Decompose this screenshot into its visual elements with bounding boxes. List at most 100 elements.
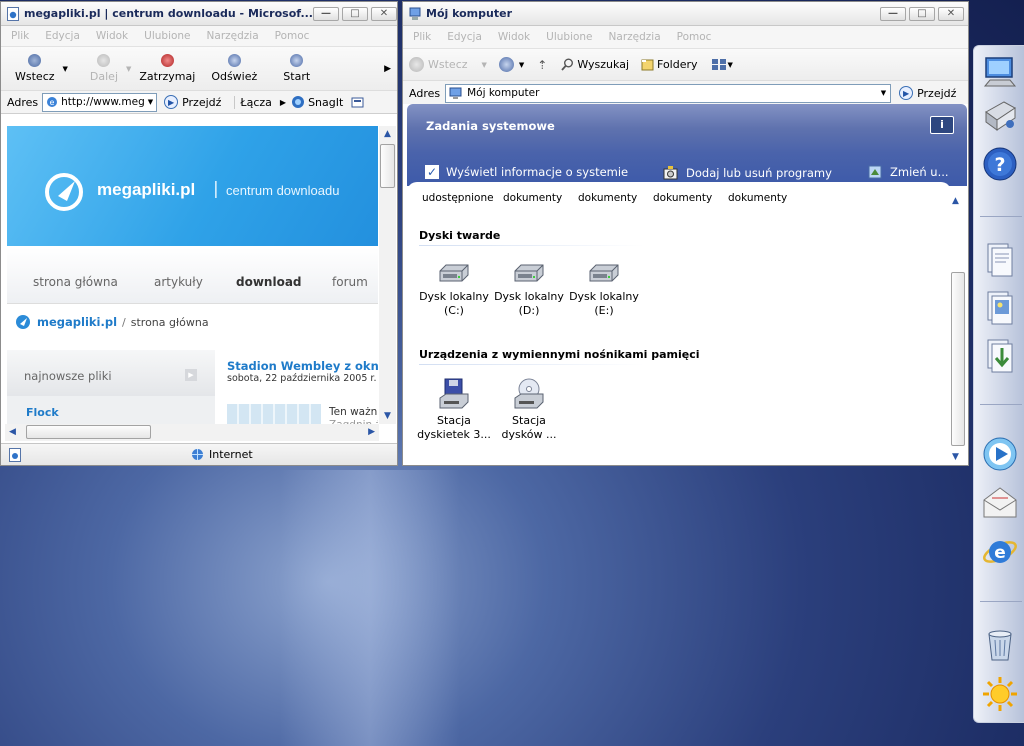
pictures-dock-icon[interactable] bbox=[982, 290, 1018, 326]
user-docs-label-4[interactable]: dokumenty bbox=[728, 192, 787, 204]
views-button[interactable]: ▼ bbox=[711, 59, 733, 70]
scroll-down-arrow[interactable]: ▼ bbox=[379, 408, 396, 424]
scroll-down-arrow[interactable]: ▼ bbox=[952, 452, 959, 462]
refresh-button[interactable]: Odśwież bbox=[203, 54, 265, 83]
user-docs-label-1[interactable]: dokumenty bbox=[503, 192, 562, 204]
menu-view[interactable]: Widok bbox=[96, 30, 128, 42]
recycle-bin-dock-icon[interactable] bbox=[982, 626, 1018, 662]
close-button[interactable]: ✕ bbox=[938, 6, 964, 21]
back-button[interactable]: Wstecz bbox=[7, 54, 63, 83]
brand-name[interactable]: megapliki.pl bbox=[97, 180, 195, 200]
internet-explorer-dock-icon[interactable]: e bbox=[982, 534, 1018, 570]
search-button[interactable]: Wyszukaj bbox=[561, 58, 629, 71]
menu-edit[interactable]: Edycja bbox=[45, 30, 80, 42]
task-add-remove-programs[interactable]: Dodaj lub usuń programy bbox=[663, 165, 832, 180]
cd-drive[interactable]: Stacja dysków ... bbox=[492, 378, 566, 442]
explorer-titlebar[interactable]: Mój komputer — □ ✕ bbox=[403, 2, 968, 26]
scroll-thumb[interactable] bbox=[380, 144, 395, 188]
ie-page-icon bbox=[7, 6, 19, 21]
latest-files-box: najnowsze pliki ▶ Flock bbox=[7, 350, 215, 427]
explorer-vertical-scrollbar[interactable]: ▲ ▼ bbox=[949, 192, 966, 465]
nav-download[interactable]: download bbox=[236, 275, 302, 289]
drive-d[interactable]: Dysk lokalny (D:) bbox=[492, 262, 566, 318]
shared-docs-label[interactable]: udostępnione bbox=[422, 192, 494, 204]
nav-home[interactable]: strona główna bbox=[33, 275, 118, 289]
scanner-dock-icon[interactable] bbox=[982, 98, 1018, 134]
maximize-button[interactable]: □ bbox=[909, 6, 935, 21]
url-dropdown-icon[interactable]: ▼ bbox=[145, 98, 156, 106]
url-field[interactable]: e http://www.meg ▼ bbox=[42, 92, 158, 112]
go-button[interactable]: ▶ Przejdź bbox=[899, 86, 956, 100]
home-button[interactable]: Start bbox=[265, 54, 318, 83]
breadcrumb-site[interactable]: megapliki.pl bbox=[37, 315, 117, 329]
menu-tools[interactable]: Narzędzia bbox=[609, 31, 661, 43]
views-icon bbox=[711, 59, 726, 70]
menu-tools[interactable]: Narzędzia bbox=[207, 30, 259, 42]
floppy-drive[interactable]: Stacja dyskietek 3... bbox=[417, 378, 491, 442]
maximize-button[interactable]: □ bbox=[342, 6, 368, 21]
links-chevron-icon[interactable]: ▶ bbox=[280, 98, 286, 107]
scroll-up-arrow[interactable]: ▲ bbox=[379, 126, 396, 142]
task-change-setting[interactable]: Zmień u... bbox=[868, 165, 949, 179]
media-player-dock-icon[interactable] bbox=[982, 436, 1018, 472]
snagit-button[interactable]: SnagIt bbox=[291, 95, 343, 109]
downloads-dock-icon[interactable] bbox=[982, 338, 1018, 374]
snagit-capture-icon[interactable] bbox=[351, 96, 365, 109]
menu-file[interactable]: Plik bbox=[11, 30, 29, 42]
dock-separator bbox=[980, 601, 1022, 602]
menu-view[interactable]: Widok bbox=[498, 31, 530, 43]
back-dropdown-icon[interactable]: ▼ bbox=[63, 65, 68, 73]
explorer-window[interactable]: Mój komputer — □ ✕ Plik Edycja Widok Ulu… bbox=[402, 1, 969, 466]
nav-forum[interactable]: forum bbox=[332, 275, 368, 289]
scroll-left-arrow[interactable]: ◀ bbox=[9, 427, 16, 437]
drive-c[interactable]: Dysk lokalny (C:) bbox=[417, 262, 491, 318]
scroll-thumb[interactable] bbox=[951, 272, 965, 446]
forward-button[interactable]: Dalej bbox=[82, 54, 126, 83]
info-button[interactable]: i bbox=[930, 116, 954, 134]
back-icon bbox=[28, 54, 42, 67]
minimize-button[interactable]: — bbox=[880, 6, 906, 21]
news-date: sobota, 22 października 2005 r. | I bbox=[227, 373, 378, 384]
expand-arrow-icon[interactable]: ▶ bbox=[185, 369, 197, 381]
cd-drive-icon bbox=[514, 378, 544, 409]
scroll-up-arrow[interactable]: ▲ bbox=[952, 196, 959, 206]
address-dropdown-icon[interactable]: ▼ bbox=[877, 89, 890, 97]
minimize-button[interactable]: — bbox=[313, 6, 339, 21]
scroll-right-arrow[interactable]: ▶ bbox=[368, 427, 375, 437]
browser-horizontal-scrollbar[interactable]: ◀ ▶ bbox=[5, 424, 379, 441]
forward-button[interactable] bbox=[498, 57, 514, 72]
weather-sun-dock-icon[interactable] bbox=[982, 676, 1018, 712]
close-button[interactable]: ✕ bbox=[371, 6, 397, 21]
menu-favorites[interactable]: Ulubione bbox=[144, 30, 190, 42]
stop-button[interactable]: Zatrzymaj bbox=[131, 54, 203, 83]
menu-help[interactable]: Pomoc bbox=[275, 30, 310, 42]
forward-dropdown-icon[interactable]: ▼ bbox=[519, 61, 524, 69]
documents-dock-icon[interactable] bbox=[982, 242, 1018, 278]
help-dock-icon[interactable]: ? bbox=[982, 146, 1018, 182]
mail-dock-icon[interactable] bbox=[982, 484, 1018, 520]
my-computer-dock-icon[interactable] bbox=[982, 54, 1018, 90]
go-button[interactable]: ▶ Przejdź bbox=[164, 95, 221, 109]
browser-window[interactable]: megapliki.pl | centrum downloadu - Micro… bbox=[0, 1, 398, 466]
address-field[interactable]: Mój komputer ▼ bbox=[445, 83, 892, 103]
toolbar-overflow-icon[interactable]: ▶ bbox=[384, 64, 391, 74]
folders-button[interactable]: Foldery bbox=[641, 58, 698, 71]
back-dropdown-icon[interactable]: ▼ bbox=[482, 61, 487, 69]
task-system-info[interactable]: ✓ Wyświetl informacje o systemie bbox=[425, 165, 628, 179]
menu-edit[interactable]: Edycja bbox=[447, 31, 482, 43]
drive-e[interactable]: Dysk lokalny (E:) bbox=[567, 262, 641, 318]
links-button[interactable]: Łącza bbox=[234, 95, 272, 109]
file-link-flock[interactable]: Flock bbox=[26, 406, 59, 419]
menu-favorites[interactable]: Ulubione bbox=[546, 31, 592, 43]
back-button[interactable]: Wstecz bbox=[409, 57, 468, 72]
news-title[interactable]: Stadion Wembley z oknam bbox=[227, 359, 378, 373]
hscroll-thumb[interactable] bbox=[26, 425, 151, 439]
browser-vertical-scrollbar[interactable]: ▲ ▼ bbox=[379, 126, 396, 424]
up-folder-button[interactable]: ⇡ bbox=[537, 58, 547, 72]
nav-articles[interactable]: artykuły bbox=[154, 275, 203, 289]
browser-titlebar[interactable]: megapliki.pl | centrum downloadu - Micro… bbox=[1, 2, 397, 26]
menu-file[interactable]: Plik bbox=[413, 31, 431, 43]
user-docs-label-2[interactable]: dokumenty bbox=[578, 192, 637, 204]
menu-help[interactable]: Pomoc bbox=[677, 31, 712, 43]
user-docs-label-3[interactable]: dokumenty bbox=[653, 192, 712, 204]
